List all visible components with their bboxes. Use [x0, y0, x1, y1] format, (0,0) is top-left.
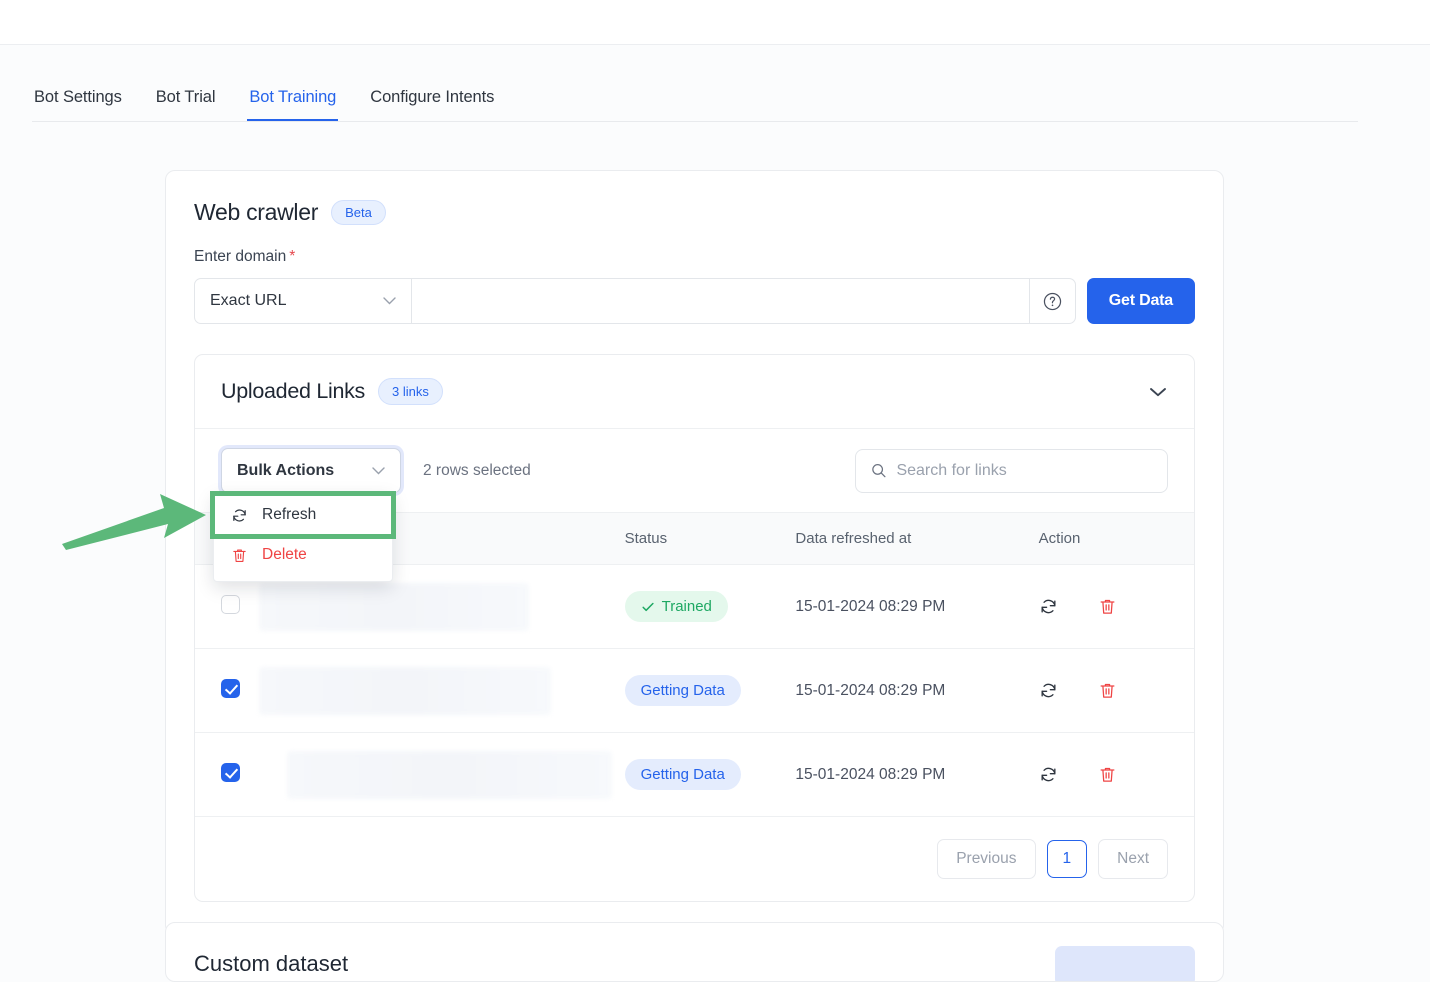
- table-body: Trained 15-01-2024 08:29 PM Getting Data…: [195, 564, 1194, 817]
- domain-url-input[interactable]: [412, 278, 1030, 324]
- top-bar: [0, 0, 1430, 45]
- collapse-panel-button[interactable]: [1148, 386, 1168, 398]
- column-header-data-refreshed-at: Data refreshed at: [795, 512, 1039, 565]
- required-asterisk: *: [289, 248, 296, 265]
- refresh-icon: [1041, 683, 1056, 698]
- row-delete-button[interactable]: [1098, 597, 1117, 616]
- status-badge: Trained: [624, 591, 728, 622]
- links-count-badge: 3 links: [378, 378, 443, 405]
- url-mode-select-value: Exact URL: [210, 292, 287, 309]
- row-actions: [1039, 765, 1194, 784]
- refresh-icon: [1041, 767, 1056, 782]
- row-refresh-button[interactable]: [1039, 681, 1058, 700]
- redacted-link-text: [259, 582, 530, 631]
- tab-bot-trial[interactable]: Bot Trial: [154, 88, 218, 121]
- search-links-box[interactable]: [855, 448, 1168, 493]
- rows-selected-text: 2 rows selected: [423, 461, 531, 479]
- get-data-button[interactable]: Get Data: [1086, 278, 1195, 324]
- row-status-cell: Trained: [624, 564, 796, 649]
- status-badge-label: Getting Data: [640, 682, 725, 699]
- chevron-down-icon: [372, 466, 385, 474]
- question-circle-icon: [1043, 292, 1061, 310]
- row-refresh-button[interactable]: [1039, 765, 1058, 784]
- row-link-cell: [259, 648, 625, 733]
- uploaded-links-title-row: Uploaded Links 3 links: [221, 378, 443, 405]
- beta-badge: Beta: [331, 200, 386, 225]
- trash-icon: [233, 549, 246, 562]
- tab-configure-intents[interactable]: Configure Intents: [368, 88, 496, 121]
- uploaded-links-title: Uploaded Links: [221, 379, 366, 403]
- next-page-button[interactable]: Next: [1098, 839, 1168, 879]
- redacted-link-text: [287, 750, 613, 799]
- row-delete-button[interactable]: [1098, 681, 1117, 700]
- redacted-link-text: [259, 666, 552, 715]
- trash-icon: [1100, 599, 1115, 614]
- row-actions: [1039, 681, 1194, 700]
- table-row[interactable]: Getting Data 15-01-2024 08:29 PM: [195, 648, 1194, 733]
- trash-icon: [1100, 767, 1115, 782]
- page-title: Web crawler: [194, 199, 319, 225]
- row-select-cell: [195, 732, 260, 817]
- row-action-cell: [1038, 732, 1194, 817]
- refresh-icon: [1041, 599, 1056, 614]
- column-header-action: Action: [1038, 512, 1194, 565]
- table-row[interactable]: Getting Data 15-01-2024 08:29 PM: [195, 732, 1194, 817]
- row-status-cell: Getting Data: [624, 732, 796, 817]
- bulk-actions-label: Bulk Actions: [237, 461, 335, 479]
- search-links-input[interactable]: [896, 461, 1152, 480]
- status-badge: Getting Data: [624, 675, 741, 706]
- column-header-status: Status: [624, 512, 796, 565]
- enter-domain-label: Enter domain *: [194, 248, 1195, 266]
- custom-dataset-action-button[interactable]: [1055, 946, 1195, 981]
- bulk-menu-item-delete[interactable]: Delete: [214, 535, 392, 575]
- tab-bar: Bot Settings Bot Trial Bot Training Conf…: [32, 88, 1358, 122]
- url-mode-select[interactable]: Exact URL: [194, 278, 412, 324]
- row-actions: [1039, 597, 1194, 616]
- custom-dataset-card: Custom dataset: [165, 922, 1224, 982]
- row-checkbox[interactable]: [221, 762, 240, 782]
- row-refreshed-at: 15-01-2024 08:29 PM: [795, 564, 1039, 649]
- row-status-cell: Getting Data: [624, 648, 796, 733]
- previous-page-button[interactable]: Previous: [937, 839, 1036, 879]
- row-refreshed-at: 15-01-2024 08:29 PM: [795, 648, 1039, 733]
- uploaded-links-panel: Uploaded Links 3 links Bulk Actions 2 ro…: [194, 354, 1195, 902]
- tab-bot-settings[interactable]: Bot Settings: [32, 88, 124, 121]
- chevron-down-icon: [383, 297, 396, 305]
- enter-domain-label-text: Enter domain: [194, 248, 287, 265]
- status-badge-label: Trained: [661, 598, 712, 615]
- page-number-button[interactable]: 1: [1046, 840, 1088, 878]
- row-link-cell: [259, 732, 625, 817]
- row-refresh-button[interactable]: [1039, 597, 1058, 616]
- row-action-cell: [1038, 564, 1194, 649]
- row-refreshed-at: 15-01-2024 08:29 PM: [795, 732, 1039, 817]
- check-icon: [642, 602, 654, 611]
- tabs-container: Bot Settings Bot Trial Bot Training Conf…: [0, 88, 1430, 122]
- status-badge: Getting Data: [624, 759, 741, 790]
- bulk-actions-menu: Refresh Delete: [210, 491, 396, 582]
- refresh-icon: [233, 509, 246, 521]
- pagination: Previous 1 Next: [195, 817, 1194, 901]
- bulk-menu-item-refresh[interactable]: Refresh: [210, 491, 396, 539]
- trash-icon: [1100, 683, 1115, 698]
- tab-bot-training[interactable]: Bot Training: [247, 88, 339, 121]
- row-checkbox[interactable]: [221, 678, 240, 698]
- bulk-menu-item-refresh-label: Refresh: [262, 506, 317, 523]
- bulk-menu-item-delete-label: Delete: [262, 546, 307, 563]
- search-icon: [872, 464, 886, 478]
- domain-input-row: Exact URL Get Data: [194, 278, 1195, 324]
- row-action-cell: [1038, 648, 1194, 733]
- help-button[interactable]: [1029, 278, 1076, 324]
- custom-dataset-title: Custom dataset: [194, 951, 349, 976]
- chevron-down-icon: [1150, 387, 1166, 396]
- uploaded-links-header: Uploaded Links 3 links: [195, 355, 1194, 429]
- bulk-actions-select[interactable]: Bulk Actions: [221, 448, 401, 493]
- status-badge-label: Getting Data: [640, 766, 725, 783]
- row-delete-button[interactable]: [1098, 765, 1117, 784]
- row-select-cell: [195, 648, 260, 733]
- web-crawler-header: Web crawler Beta: [194, 199, 1195, 226]
- row-checkbox[interactable]: [221, 594, 240, 614]
